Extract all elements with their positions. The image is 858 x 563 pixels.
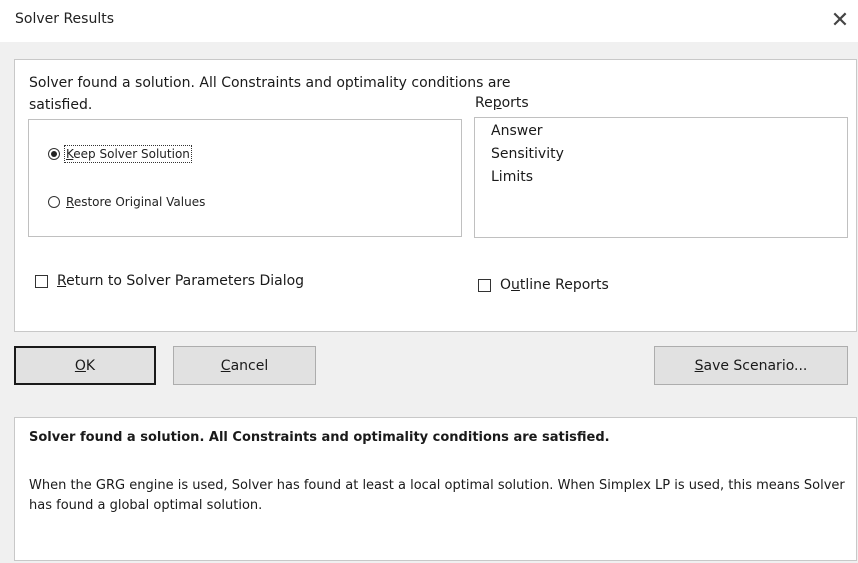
checkbox-unchecked-icon <box>35 274 48 288</box>
ok-button[interactable]: OK <box>14 346 156 385</box>
reports-label: Reports <box>475 95 529 111</box>
restore-original-values-label: Restore Original Values <box>66 195 206 209</box>
return-to-solver-parameters-label: Return to Solver Parameters Dialog <box>57 273 305 289</box>
restore-original-values-radio[interactable]: Restore Original Values <box>48 195 205 209</box>
return-to-solver-parameters-checkbox[interactable]: Return to Solver Parameters Dialog <box>35 273 304 289</box>
message-body: When the GRG engine is used, Solver has … <box>29 478 845 513</box>
message-headline: Solver found a solution. All Constraints… <box>29 430 610 445</box>
cancel-button[interactable]: Cancel <box>173 346 316 385</box>
title-bar: Solver Results ✕ <box>0 0 858 42</box>
window-title: Solver Results <box>15 11 114 27</box>
close-icon[interactable]: ✕ <box>828 9 852 33</box>
radio-unchecked-icon <box>48 196 60 208</box>
report-item-limits[interactable]: Limits <box>491 167 533 187</box>
radio-checked-icon <box>48 148 60 160</box>
keep-solver-solution-label: Keep Solver Solution <box>64 145 192 163</box>
outline-reports-checkbox[interactable]: Outline Reports <box>478 277 609 293</box>
checkbox-unchecked-icon <box>478 278 491 292</box>
reports-list[interactable]: Answer Sensitivity Limits <box>474 117 848 238</box>
save-scenario-button[interactable]: Save Scenario... <box>654 346 848 385</box>
solution-options-group <box>28 119 462 237</box>
status-message: Solver found a solution. All Constraints… <box>29 75 511 113</box>
outline-reports-label: Outline Reports <box>500 277 609 293</box>
report-item-sensitivity[interactable]: Sensitivity <box>491 144 564 164</box>
keep-solver-solution-radio[interactable]: Keep Solver Solution <box>48 145 192 163</box>
report-item-answer[interactable]: Answer <box>491 121 543 141</box>
